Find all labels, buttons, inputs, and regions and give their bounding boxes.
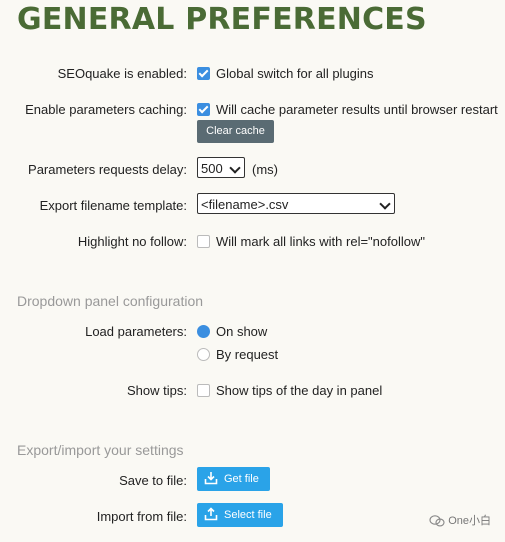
get-file-button[interactable]: Get file [197,467,270,491]
caching-checkbox[interactable]: Will cache parameter results until brows… [197,102,498,117]
show-tips-checkbox[interactable]: Show tips of the day in panel [197,383,382,398]
chevron-down-icon [229,162,241,174]
upload-icon [204,507,218,521]
chevron-down-icon [379,198,391,210]
export-section-heading: Export/import your settings [17,442,184,458]
checkbox-checked-icon[interactable] [197,67,210,80]
export-template-select[interactable]: <filename>.csv [197,193,395,214]
radio-on-show-label: On show [216,324,268,339]
download-icon [204,472,218,485]
load-parameters-label: Load parameters: [85,324,187,339]
import-from-file-label: Import from file: [96,509,187,524]
caching-label: Enable parameters caching: [25,102,187,117]
chat-bubble-icon [429,515,445,527]
checkbox-unchecked-icon[interactable] [197,235,210,248]
watermark: One小白 [429,512,491,528]
nofollow-label: Highlight no follow: [77,234,187,249]
page-title: GENERAL PREFERENCES [17,2,427,37]
delay-label: Parameters requests delay: [28,162,187,177]
delay-unit: (ms) [252,162,278,177]
nofollow-checkbox[interactable]: Will mark all links with rel="nofollow" [197,234,425,249]
delay-value: 500 [201,161,223,176]
radio-on-show[interactable]: On show [197,324,267,339]
dropdown-section-heading: Dropdown panel configuration [17,293,204,309]
radio-selected-icon[interactable] [197,325,210,338]
delay-select[interactable]: 500 [197,157,245,178]
radio-unselected-icon[interactable] [197,348,210,361]
show-tips-text: Show tips of the day in panel [216,383,383,398]
export-template-value: <filename>.csv [201,197,289,212]
export-template-label: Export filename template: [39,198,187,213]
enabled-text: Global switch for all plugins [216,66,374,81]
show-tips-label: Show tips: [127,383,187,398]
checkbox-unchecked-icon[interactable] [197,384,210,397]
caching-text: Will cache parameter results until brows… [216,102,498,117]
watermark-text: One小白 [448,515,491,527]
enabled-checkbox[interactable]: Global switch for all plugins [197,66,374,81]
enabled-label: SEOquake is enabled: [57,66,187,81]
clear-cache-button[interactable]: Clear cache [197,120,274,143]
save-to-file-label: Save to file: [119,473,187,488]
get-file-label: Get file [224,473,259,485]
nofollow-text: Will mark all links with rel="nofollow" [216,234,425,249]
radio-by-request[interactable]: By request [197,347,278,362]
radio-by-request-label: By request [216,347,279,362]
select-file-button[interactable]: Select file [197,503,283,527]
select-file-label: Select file [224,509,272,521]
checkbox-checked-icon[interactable] [197,103,210,116]
